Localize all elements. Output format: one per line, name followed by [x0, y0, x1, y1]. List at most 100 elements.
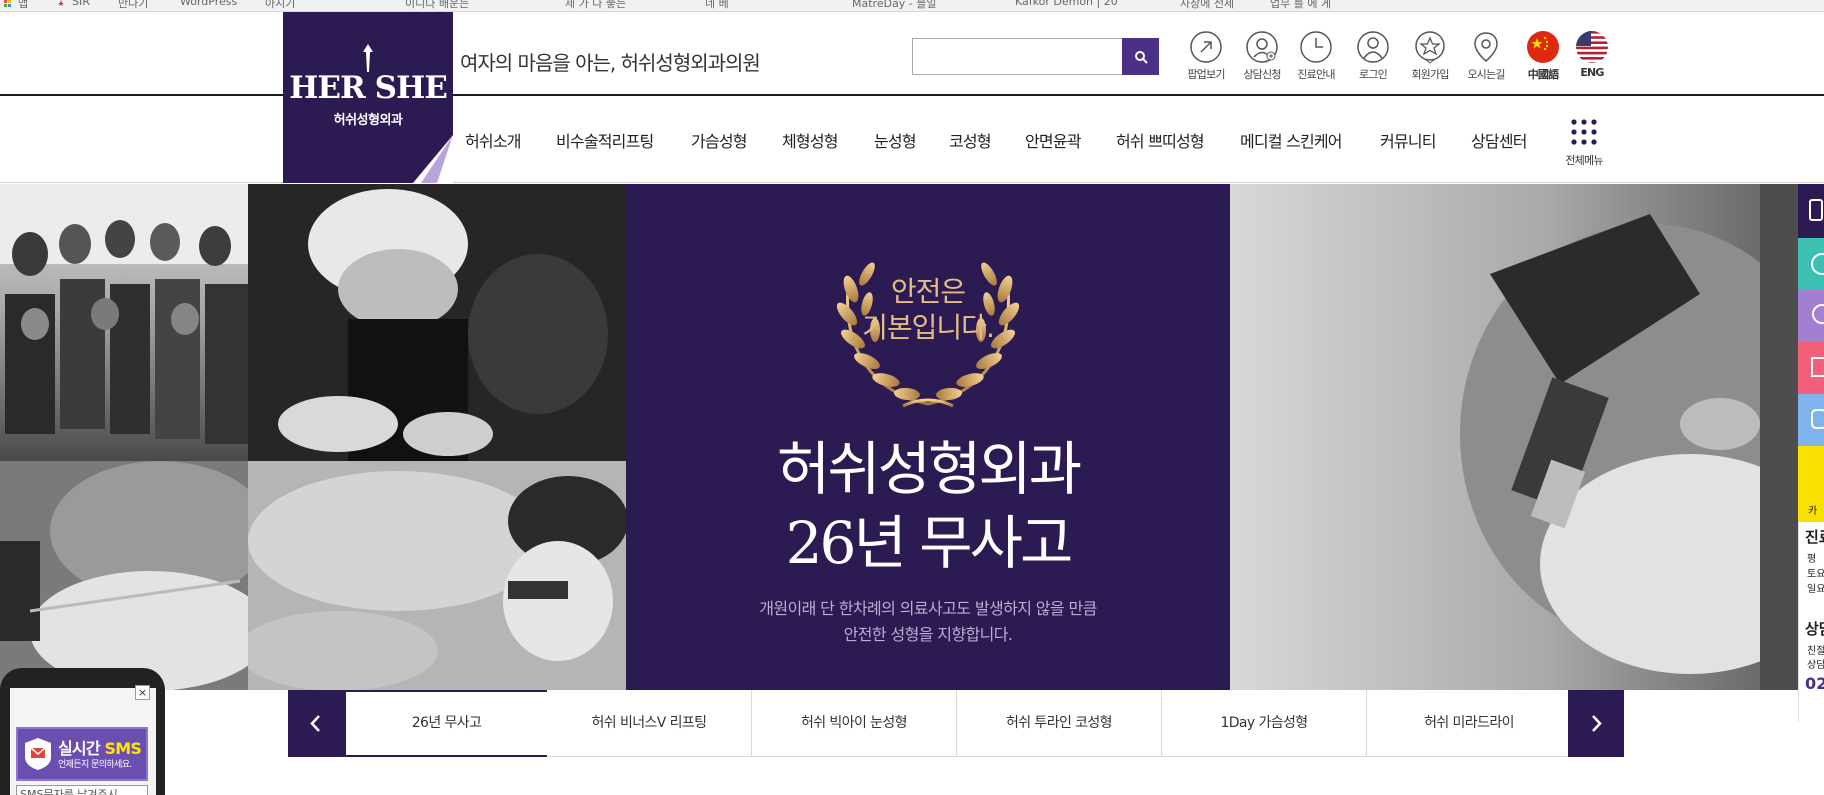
quick-link-join[interactable]: 회원가입 — [1406, 30, 1454, 82]
location-icon — [1474, 32, 1498, 62]
floating-location-button[interactable] — [1798, 290, 1824, 342]
consult-line: 상담 — [1807, 660, 1824, 671]
sms-title: 실시간 SMS — [58, 735, 142, 759]
floating-calendar-button[interactable] — [1798, 342, 1824, 394]
slider-tab[interactable]: 허쉬 비너스V 리프팅 — [547, 690, 752, 757]
clock-icon — [1811, 253, 1824, 275]
search-icon — [1134, 50, 1148, 64]
site-tagline: 여자의 마음을 아는, 허쉬성형외과의원 — [460, 51, 761, 75]
nav-item-body[interactable]: 체형성형 — [782, 128, 838, 152]
slider-next-button[interactable] — [1568, 690, 1624, 757]
wreath-text-line: 안전은 — [890, 275, 966, 308]
china-flag-icon — [1527, 31, 1559, 63]
bookmark-item[interactable]: 사장에 전세 — [1180, 0, 1234, 11]
bookmark-item[interactable]: 네 베 — [705, 0, 729, 11]
floating-kakao-button[interactable]: 카 — [1798, 446, 1824, 522]
quick-link-label: ENG — [1580, 66, 1604, 79]
hero-banner: 안전은 기본입니다. 허쉬성형외과 26년 무사고 개원이래 단 한차례의 의료… — [0, 184, 1800, 690]
sms-title-text: 실시간 — [58, 739, 101, 758]
quick-link-popup[interactable]: 팝업보기 — [1182, 30, 1230, 82]
search-button[interactable] — [1122, 38, 1159, 75]
nav-item-facial-contour[interactable]: 안면윤곽 — [1025, 128, 1081, 152]
hero-photo-surgery — [248, 184, 626, 461]
bookmark-item[interactable]: 제 가 나 좋는 — [565, 0, 626, 11]
nav-item-nose[interactable]: 코성형 — [949, 128, 992, 152]
hero-title-line: 26년 무사고 — [785, 509, 1074, 577]
nav-divider — [0, 182, 1824, 183]
clock-icon — [1300, 31, 1332, 63]
nav-item-petit[interactable]: 허쉬 쁘띠성형 — [1116, 128, 1205, 152]
search-input[interactable] — [912, 38, 1123, 75]
quick-link-label: 진료안내 — [1297, 68, 1335, 81]
all-menu-label: 전체메뉴 — [1565, 154, 1603, 167]
header-divider — [0, 94, 1824, 96]
hero-title-line: 허쉬성형외과 — [776, 435, 1082, 503]
slider-prev-button[interactable] — [288, 690, 344, 757]
quick-link-hours[interactable]: 진료안내 — [1292, 30, 1340, 82]
slider-tab[interactable]: 허쉬 미라드라이 — [1367, 690, 1572, 757]
sms-banner[interactable]: 실시간 SMS 언제든지 문의하세요. — [16, 727, 148, 781]
bookmark-item[interactable]: 이니다 배운는 — [405, 0, 469, 11]
wreath-text: 안전은 기본입니다. — [626, 274, 1230, 346]
quick-link-consult[interactable]: 상담신청 — [1238, 30, 1286, 82]
popup-icon — [1190, 31, 1222, 63]
page: 앱 SIR 만나기 WordPress 아시기 이니다 배운는 제 가 나 좋는… — [0, 0, 1824, 795]
site-logo[interactable]: HER SHE 허쉬성형외과 — [283, 12, 453, 183]
bookmark-item[interactable]: SIR — [72, 0, 90, 8]
location-icon — [1812, 304, 1824, 324]
slider-tab[interactable]: 26년 무사고 — [344, 690, 549, 757]
nav-item-breast[interactable]: 가슴성형 — [691, 128, 747, 152]
floating-phone-button[interactable] — [1798, 184, 1824, 238]
hero-description: 개원이래 단 한차례의 의료사고도 발생하지 않을 만큼 안전한 성형을 지향합… — [626, 596, 1230, 648]
consult-heading: 상담 — [1805, 620, 1824, 638]
chevron-left-icon — [310, 715, 320, 732]
info-heading: 진료 — [1805, 528, 1824, 546]
nav-item-community[interactable]: 커뮤니티 — [1380, 128, 1436, 152]
nav-item-consult-center[interactable]: 상담센터 — [1471, 128, 1527, 152]
nav-item-about[interactable]: 허쉬소개 — [465, 128, 521, 152]
floating-hours-button[interactable] — [1798, 238, 1824, 290]
hero-photo-group — [0, 184, 248, 461]
quick-link-directions[interactable]: 오시는길 — [1462, 30, 1510, 82]
all-menu-button[interactable]: 전체메뉴 — [1556, 118, 1612, 168]
quick-link-label: 팝업보기 — [1187, 68, 1225, 81]
quick-link-english[interactable]: ENG — [1568, 30, 1616, 79]
hero-description-line: 개원이래 단 한차례의 의료사고도 발생하지 않을 만큼 — [759, 599, 1097, 618]
quick-link-chinese[interactable]: 中國語 — [1519, 30, 1567, 82]
slider-tab[interactable]: 허쉬 투라인 코성형 — [957, 690, 1162, 757]
bookmark-item[interactable]: WordPress — [180, 0, 237, 8]
apps-icon[interactable] — [4, 0, 14, 8]
nav-item-eye[interactable]: 눈성형 — [874, 128, 917, 152]
slider-tab[interactable]: 1Day 가슴성형 — [1162, 690, 1367, 757]
chevron-right-icon — [1592, 715, 1602, 732]
quick-link-login[interactable]: 로그인 — [1349, 30, 1397, 82]
chat-icon — [1811, 409, 1824, 429]
hero-description-line: 안전한 성형을 지향합니다. — [843, 625, 1013, 644]
hero-photo-operation — [248, 461, 626, 690]
bookmark-item[interactable]: 업무 를 에 게 — [1270, 0, 1331, 11]
bookmarks-bar: 앱 SIR 만나기 WordPress 아시기 이니다 배운는 제 가 나 좋는… — [0, 0, 1824, 12]
quick-link-label: 로그인 — [1359, 68, 1388, 81]
usa-flag-icon — [1576, 31, 1608, 63]
floating-info-panel: 진료 평 토요 일요 상담 친절 상담 02 — [1798, 522, 1824, 722]
bookmark-item[interactable]: MatreDay - 블일 — [852, 0, 937, 11]
bookmark-item[interactable]: 만나기 — [118, 0, 148, 11]
bookmark-star-icon — [58, 0, 64, 6]
nav-item-lifting[interactable]: 비수술적리프팅 — [556, 128, 654, 152]
staff-photo-image — [0, 184, 248, 444]
sms-message-input[interactable]: SMS문자를 남겨주시 — [16, 785, 148, 795]
sms-close-button[interactable]: × — [135, 685, 150, 700]
hero-photo-mask — [0, 461, 248, 690]
bookmark-item[interactable]: 앱 — [18, 0, 28, 11]
slider-tab[interactable]: 허쉬 빅아이 눈성형 — [752, 690, 957, 757]
consult-icon — [1246, 31, 1278, 63]
bookmark-item[interactable]: Kafkor Demon | 20 — [1015, 0, 1118, 8]
quick-link-label: 中國語 — [1527, 68, 1559, 81]
hero-message-panel: 안전은 기본입니다. 허쉬성형외과 26년 무사고 개원이래 단 한차례의 의료… — [626, 184, 1230, 690]
calendar-icon — [1811, 357, 1824, 377]
nav-item-skincare[interactable]: 메디컬 스킨케어 — [1240, 128, 1343, 152]
floating-chat-button[interactable] — [1798, 394, 1824, 446]
info-line: 토요 — [1807, 569, 1824, 580]
bookmark-item[interactable]: 아시기 — [265, 0, 295, 11]
info-line: 평 — [1807, 554, 1817, 565]
